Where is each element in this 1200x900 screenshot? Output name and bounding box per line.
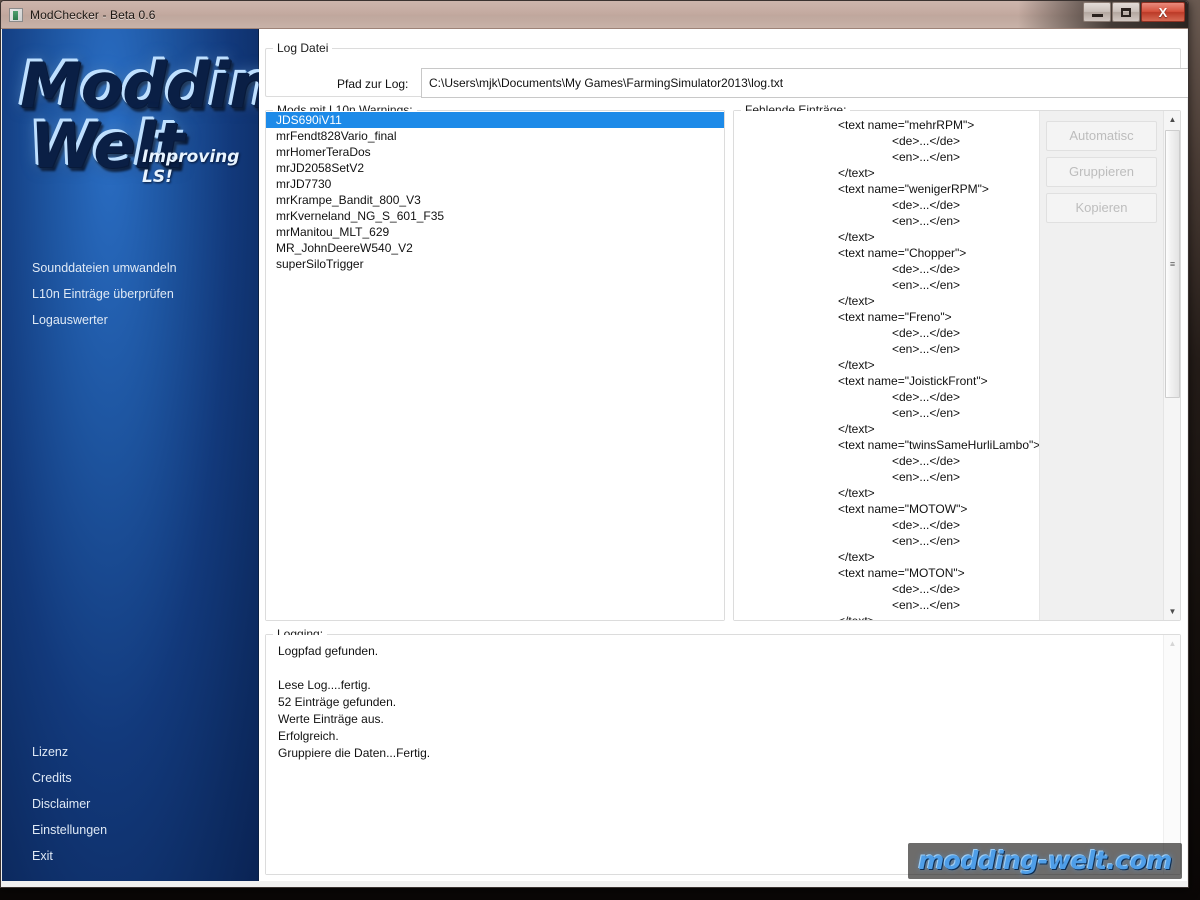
sidebar-item-logauswerter[interactable]: Logauswerter bbox=[2, 307, 258, 333]
logging-body: Logpfad gefunden. Lese Log....fertig.52 … bbox=[266, 635, 1180, 874]
log-file-group: Log Datei Pfad zur Log: Start bbox=[265, 41, 1181, 97]
xml-line: <de>...</de> bbox=[734, 261, 1039, 277]
xml-line: <text name="twinsSameHurliLambo"> bbox=[734, 437, 1039, 453]
close-button[interactable]: X bbox=[1141, 2, 1185, 22]
xml-line: <text name="Freno"> bbox=[734, 309, 1039, 325]
mod-list-item[interactable]: superSiloTrigger bbox=[266, 256, 724, 272]
xml-line: <de>...</de> bbox=[734, 453, 1039, 469]
automatisch-button[interactable]: Automatisc bbox=[1046, 121, 1157, 151]
gruppieren-button[interactable]: Gruppieren bbox=[1046, 157, 1157, 187]
maximize-icon bbox=[1121, 8, 1131, 17]
logo: Modding Welt Improving LS! bbox=[2, 29, 258, 229]
main-content: Log Datei Pfad zur Log: Start Mods mit L… bbox=[259, 29, 1187, 881]
mod-list-item[interactable]: mrJD2058SetV2 bbox=[266, 160, 724, 176]
sidebar-item-disclaimer[interactable]: Disclaimer bbox=[2, 791, 258, 817]
logging-line: Logpfad gefunden. bbox=[278, 643, 1163, 660]
xml-line: <en>...</en> bbox=[734, 405, 1039, 421]
missing-entries-actions: Automatisc Gruppieren Kopieren bbox=[1039, 111, 1163, 620]
xml-line: <en>...</en> bbox=[734, 341, 1039, 357]
xml-line: <en>...</en> bbox=[734, 277, 1039, 293]
path-input[interactable] bbox=[427, 70, 1189, 96]
logging-scrollbar[interactable]: ▲ bbox=[1163, 635, 1180, 874]
xml-line: <de>...</de> bbox=[734, 581, 1039, 597]
missing-entries-body: <text name="mehrRPM"><de>...</de><en>...… bbox=[734, 111, 1180, 620]
xml-line: <en>...</en> bbox=[734, 469, 1039, 485]
xml-line: </text> bbox=[734, 549, 1039, 565]
logging-line: Lese Log....fertig. bbox=[278, 677, 1163, 694]
logging-line: Erfolgreich. bbox=[278, 728, 1163, 745]
minimize-button[interactable] bbox=[1083, 2, 1111, 22]
sidebar: Modding Welt Improving LS! Sounddateien … bbox=[2, 29, 259, 881]
xml-line: </text> bbox=[734, 165, 1039, 181]
sidebar-item-exit[interactable]: Exit bbox=[2, 843, 258, 869]
logging-line: Gruppiere die Daten...Fertig. bbox=[278, 745, 1163, 762]
xml-line: <de>...</de> bbox=[734, 389, 1039, 405]
logging-line: 52 Einträge gefunden. bbox=[278, 694, 1163, 711]
window-controls: X bbox=[1083, 2, 1185, 22]
missing-entries-group: Fehlende Einträge: <text name="mehrRPM">… bbox=[733, 103, 1181, 621]
mod-list-item[interactable]: mrKverneland_NG_S_601_F35 bbox=[266, 208, 724, 224]
scrollbar-grip-icon: ≡ bbox=[1170, 260, 1175, 268]
xml-line: <en>...</en> bbox=[734, 149, 1039, 165]
sidebar-nav-top: Sounddateien umwandeln L10n Einträge übe… bbox=[2, 255, 258, 333]
mod-list-item[interactable]: mrFendt828Vario_final bbox=[266, 128, 724, 144]
mods-list[interactable]: JDS690iV11mrFendt828Vario_finalmrHomerTe… bbox=[266, 111, 724, 620]
xml-line: </text> bbox=[734, 421, 1039, 437]
xml-line: <text name="Chopper"> bbox=[734, 245, 1039, 261]
xml-line: <text name="MOTON"> bbox=[734, 565, 1039, 581]
watermark: modding-welt.com bbox=[908, 843, 1182, 879]
scrollbar-thumb[interactable]: ≡ bbox=[1165, 130, 1180, 398]
scroll-down-icon[interactable]: ▼ bbox=[1164, 603, 1181, 620]
xml-line: <de>...</de> bbox=[734, 197, 1039, 213]
logging-group: Logging: Logpfad gefunden. Lese Log....f… bbox=[265, 627, 1181, 875]
xml-line: </text> bbox=[734, 357, 1039, 373]
xml-line: </text> bbox=[734, 613, 1039, 620]
xml-line: <en>...</en> bbox=[734, 597, 1039, 613]
xml-line: <en>...</en> bbox=[734, 213, 1039, 229]
logging-line: Werte Einträge aus. bbox=[278, 711, 1163, 728]
app-icon bbox=[9, 8, 23, 22]
logo-tagline: Improving LS! bbox=[142, 147, 258, 187]
xml-preview[interactable]: <text name="mehrRPM"><de>...</de><en>...… bbox=[734, 111, 1039, 620]
mod-list-item[interactable]: mrManitou_MLT_629 bbox=[266, 224, 724, 240]
log-file-legend: Log Datei bbox=[273, 41, 332, 55]
mod-list-item[interactable]: mrHomerTeraDos bbox=[266, 144, 724, 160]
path-input-wrapper bbox=[421, 68, 1189, 98]
path-label: Pfad zur Log: bbox=[337, 77, 408, 91]
logging-text[interactable]: Logpfad gefunden. Lese Log....fertig.52 … bbox=[266, 635, 1163, 874]
xml-line: <text name="MOTOW"> bbox=[734, 501, 1039, 517]
sidebar-nav-bottom: Lizenz Credits Disclaimer Einstellungen … bbox=[2, 739, 258, 869]
xml-line: <de>...</de> bbox=[734, 517, 1039, 533]
modchecker-window: ModChecker - Beta 0.6 X Modding Welt Imp… bbox=[0, 0, 1189, 888]
sidebar-item-lizenz[interactable]: Lizenz bbox=[2, 739, 258, 765]
xml-line: <de>...</de> bbox=[734, 133, 1039, 149]
mod-list-item[interactable]: mrJD7730 bbox=[266, 176, 724, 192]
logging-scroll-up-icon[interactable]: ▲ bbox=[1164, 635, 1181, 652]
xml-line: </text> bbox=[734, 485, 1039, 501]
xml-line: <text name="wenigerRPM"> bbox=[734, 181, 1039, 197]
xml-line: </text> bbox=[734, 229, 1039, 245]
scroll-up-icon[interactable]: ▲ bbox=[1164, 111, 1181, 128]
mod-list-item[interactable]: mrKrampe_Bandit_800_V3 bbox=[266, 192, 724, 208]
xml-line: <en>...</en> bbox=[734, 533, 1039, 549]
mod-list-item[interactable]: MR_JohnDeereW540_V2 bbox=[266, 240, 724, 256]
missing-entries-scrollbar[interactable]: ▲ ≡ ▼ bbox=[1163, 111, 1180, 620]
xml-line: <text name="mehrRPM"> bbox=[734, 117, 1039, 133]
window-title: ModChecker - Beta 0.6 bbox=[30, 8, 156, 22]
minimize-icon bbox=[1092, 14, 1103, 17]
mods-group: Mods mit L10n Warnings: JDS690iV11mrFend… bbox=[265, 103, 725, 621]
title-bar: ModChecker - Beta 0.6 X bbox=[1, 1, 1188, 29]
sidebar-item-sounddateien[interactable]: Sounddateien umwandeln bbox=[2, 255, 258, 281]
mod-list-item[interactable]: JDS690iV11 bbox=[266, 112, 724, 128]
sidebar-item-credits[interactable]: Credits bbox=[2, 765, 258, 791]
xml-line: </text> bbox=[734, 293, 1039, 309]
logging-line bbox=[278, 660, 1163, 677]
sidebar-item-l10n[interactable]: L10n Einträge überprüfen bbox=[2, 281, 258, 307]
xml-line: <de>...</de> bbox=[734, 325, 1039, 341]
xml-line: <text name="JoistickFront"> bbox=[734, 373, 1039, 389]
sidebar-item-einstellungen[interactable]: Einstellungen bbox=[2, 817, 258, 843]
maximize-button[interactable] bbox=[1112, 2, 1140, 22]
kopieren-button[interactable]: Kopieren bbox=[1046, 193, 1157, 223]
